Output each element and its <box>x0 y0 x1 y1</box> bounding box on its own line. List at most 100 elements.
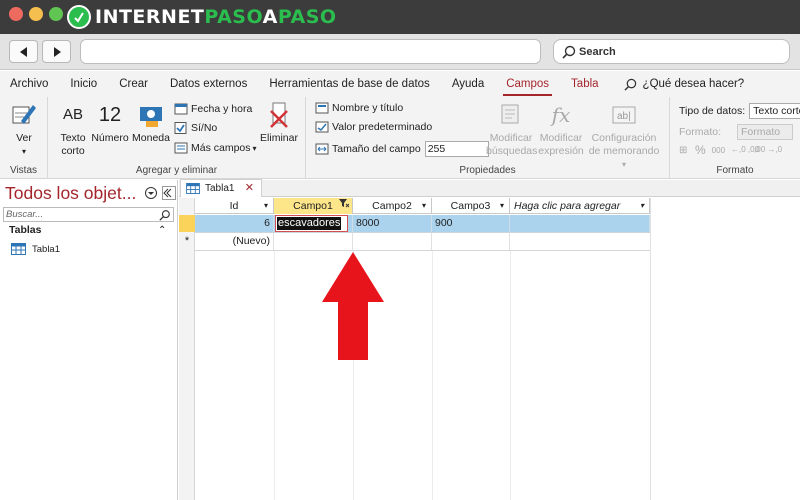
tab-crear[interactable]: Crear <box>108 71 159 97</box>
tab-ayuda[interactable]: Ayuda <box>441 71 495 97</box>
selected-cell-text: escavadores <box>277 217 342 230</box>
format-select[interactable]: Formato <box>737 124 794 140</box>
column-header-id[interactable]: Id ▾ <box>195 198 274 214</box>
field-size-input[interactable]: 255 <box>424 141 489 157</box>
tab-herramientas[interactable]: Herramientas de base de datos <box>258 71 440 97</box>
svg-text:ab|: ab| <box>617 111 631 122</box>
search-placeholder: Search <box>579 45 616 58</box>
document-tab-bar: Tabla1 ✕ <box>179 179 800 197</box>
nav-search-input[interactable]: Buscar... <box>3 207 174 222</box>
texto-corto-label: Texto corto <box>60 132 86 157</box>
chevron-down-icon[interactable]: ▾ <box>264 198 268 214</box>
configuracion-memorando-button[interactable]: ab| Configuración de memorando ▾ <box>586 101 662 171</box>
new-record-label[interactable]: (Nuevo) <box>195 233 274 250</box>
cell-id[interactable]: 6 <box>195 215 274 232</box>
site-logo: INTERNETPASOAPASO <box>67 4 337 30</box>
eliminar-label: Eliminar <box>260 132 298 144</box>
nav-pane-title[interactable]: Todos los objet... <box>5 183 136 204</box>
calendar-icon <box>174 103 188 115</box>
tab-tabla[interactable]: Tabla <box>560 71 610 97</box>
nav-section-tablas[interactable]: Tablas <box>9 224 41 236</box>
number-icon: 12 <box>98 104 122 126</box>
memo-settings-icon: ab| <box>612 106 636 124</box>
filter-icon[interactable] <box>339 198 350 214</box>
moneda-button[interactable]: Moneda <box>132 101 170 145</box>
new-record-row[interactable]: (Nuevo) <box>195 233 650 250</box>
percent-button[interactable]: % <box>695 143 706 157</box>
navigation-pane: Todos los objet... Buscar... Tablas ⌃ Ta… <box>0 180 178 500</box>
url-bar[interactable] <box>80 39 541 64</box>
logo-icon <box>67 5 91 29</box>
chevron-down-icon[interactable]: ▾ <box>640 198 644 214</box>
table-icon <box>186 183 200 194</box>
texto-corto-button[interactable]: AB Texto corto <box>56 101 90 158</box>
ribbon-tabs: Archivo Inicio Crear Datos externos Herr… <box>0 71 800 97</box>
cell-add-field[interactable] <box>510 215 650 232</box>
nav-pane-menu-icon[interactable] <box>144 186 158 200</box>
modificar-expresion-button[interactable]: fx Modificar expresión <box>538 101 584 158</box>
thousands-button[interactable]: 000 <box>712 146 725 155</box>
chevron-down-icon[interactable]: ▾ <box>500 198 504 214</box>
tab-campos[interactable]: Campos <box>495 71 560 97</box>
grid-line <box>510 251 511 500</box>
numero-button[interactable]: 12 Número <box>91 101 129 145</box>
lookup-icon <box>501 104 519 124</box>
collapse-section-icon[interactable]: ⌃ <box>158 225 166 236</box>
propiedades-group-label: Propiedades <box>459 165 516 176</box>
column-header-campo2[interactable]: Campo2 ▾ <box>353 198 432 214</box>
minimize-window-button[interactable] <box>29 7 43 21</box>
tell-me-text: ¿Qué desea hacer? <box>642 78 745 90</box>
modificar-busquedas-button[interactable]: Modificar búsquedas <box>486 101 537 158</box>
new-cell-campo3[interactable] <box>432 233 510 250</box>
row-divider <box>195 250 650 251</box>
column-header-campo1[interactable]: Campo1 <box>274 198 353 214</box>
numero-label: Número <box>91 132 129 144</box>
forward-button[interactable] <box>42 40 71 63</box>
new-record-marker[interactable]: * <box>179 233 195 250</box>
close-tab-icon[interactable]: ✕ <box>245 181 254 194</box>
chevron-down-icon[interactable]: ▾ <box>422 198 426 214</box>
tab-datos-externos[interactable]: Datos externos <box>159 71 258 97</box>
decrease-decimals-button[interactable]: ,00 →,0 <box>754 146 782 154</box>
cell-campo2[interactable]: 8000 <box>353 215 432 232</box>
close-window-button[interactable] <box>9 7 23 21</box>
tab-archivo[interactable]: Archivo <box>0 71 59 97</box>
chevron-down-icon: ▾ <box>252 143 257 153</box>
column-header-campo3[interactable]: Campo3 ▾ <box>432 198 510 214</box>
back-button[interactable] <box>9 40 38 63</box>
fx-icon: fx <box>551 103 571 127</box>
tab-inicio[interactable]: Inicio <box>59 71 108 97</box>
default-value-icon <box>315 121 329 133</box>
grid-line <box>650 198 651 500</box>
data-type-select[interactable]: Texto corto <box>749 103 800 119</box>
tell-me-search[interactable]: ¿Qué desea hacer? <box>610 78 745 91</box>
maximize-window-button[interactable] <box>49 7 63 21</box>
browser-search-input[interactable]: Search <box>553 39 790 64</box>
group-propiedades: Nombre y título Valor predeterminado Tam… <box>306 97 670 179</box>
nombre-titulo-button[interactable]: Nombre y título <box>315 102 403 114</box>
currency-icon <box>140 107 162 127</box>
increase-decimals-button[interactable]: ←,0 ,00 <box>731 146 759 154</box>
mas-campos-button[interactable]: Más campos ▾ <box>174 142 257 154</box>
group-agregar-eliminar: AB Texto corto 12 Número Moneda Fecha y … <box>48 97 306 179</box>
new-cell-campo1[interactable] <box>274 233 353 250</box>
cell-campo1[interactable]: escavadores <box>274 215 353 232</box>
eliminar-button[interactable]: Eliminar <box>260 101 298 145</box>
formato-field: Formato: Formato <box>679 124 794 140</box>
ver-button[interactable]: Ver ▾ <box>10 101 38 158</box>
currency-format-icon[interactable]: ⊞ <box>679 145 695 156</box>
nav-item-tabla1[interactable]: Tabla1 <box>11 243 60 255</box>
group-vistas: Ver ▾ Vistas <box>0 97 48 179</box>
fecha-hora-button[interactable]: Fecha y hora <box>174 103 252 115</box>
new-cell-campo2[interactable] <box>353 233 432 250</box>
shutter-bar-close-icon[interactable] <box>162 186 176 200</box>
record-selector-current[interactable] <box>179 215 195 232</box>
valor-predeterminado-button[interactable]: Valor predeterminado <box>315 121 432 133</box>
cell-editor[interactable]: escavadores <box>275 215 348 232</box>
cell-campo3[interactable]: 900 <box>432 215 510 232</box>
document-tab-tabla1[interactable]: Tabla1 ✕ <box>180 179 262 197</box>
column-header-add-field[interactable]: Haga clic para agregar ▾ <box>510 198 650 214</box>
si-no-button[interactable]: Sí/No <box>174 122 217 134</box>
back-arrow-icon <box>19 46 27 57</box>
table-icon <box>11 243 26 255</box>
